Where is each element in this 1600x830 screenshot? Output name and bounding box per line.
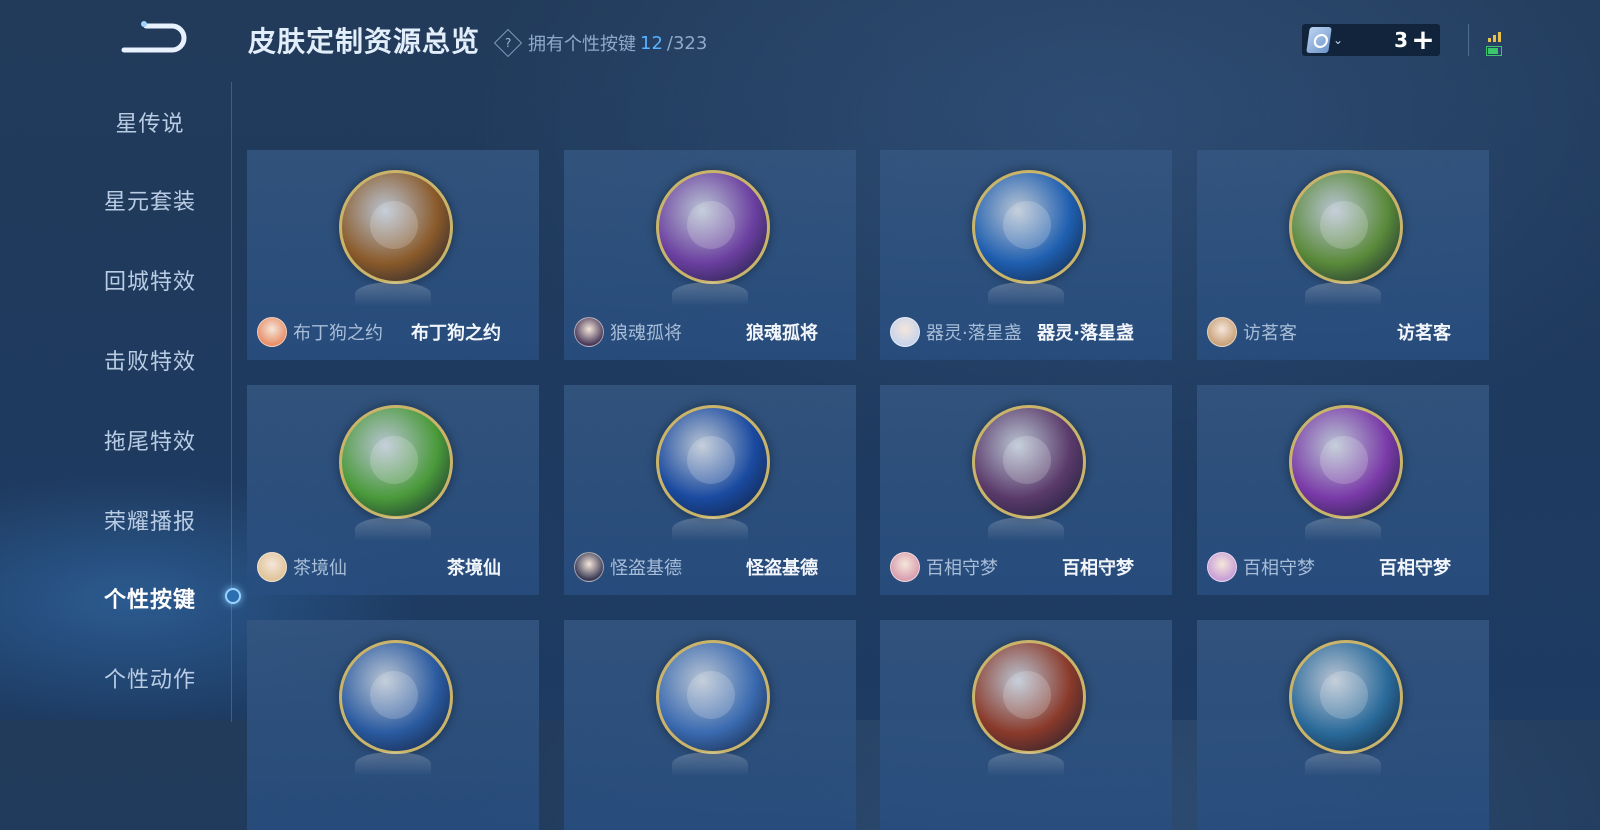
hero-avatar bbox=[890, 317, 920, 347]
card-info: 访茗客 访茗客 bbox=[1207, 316, 1479, 348]
sidebar: 星传说 星元套装 回城特效 击败特效 拖尾特效 荣耀播报 个性按键 个性动作 bbox=[0, 82, 241, 722]
active-indicator bbox=[225, 588, 241, 604]
skin-card[interactable]: 百相守梦 百相守梦 bbox=[880, 385, 1172, 595]
help-icon[interactable]: ? bbox=[493, 28, 523, 58]
emblem-reflection bbox=[672, 517, 748, 541]
hero-avatar bbox=[1207, 317, 1237, 347]
emblem-reflection bbox=[988, 282, 1064, 306]
button-emblem-icon bbox=[339, 405, 453, 519]
emblem-reflection bbox=[672, 752, 748, 776]
button-emblem-icon bbox=[1289, 170, 1403, 284]
button-skin-name: 百相守梦 bbox=[1062, 558, 1134, 579]
card-info: 茶境仙 茶境仙 bbox=[257, 551, 529, 583]
sidebar-item-trail-effect[interactable]: 拖尾特效 bbox=[60, 424, 240, 456]
button-emblem-icon bbox=[656, 170, 770, 284]
hero-skin-name: 器灵·落星盏 bbox=[926, 323, 1022, 344]
skin-card[interactable]: 器灵·落星盏 器灵·落星盏 bbox=[880, 150, 1172, 360]
hero-avatar bbox=[574, 317, 604, 347]
owned-label: 拥有个性按键 bbox=[528, 34, 636, 55]
sidebar-item-recall-effect[interactable]: 回城特效 bbox=[60, 264, 240, 296]
button-skin-name: 器灵·落星盏 bbox=[1037, 323, 1134, 344]
skin-card[interactable]: 百相守梦 百相守梦 bbox=[1197, 385, 1489, 595]
skin-card[interactable]: 布丁狗之约 布丁狗之约 bbox=[247, 150, 539, 360]
back-button[interactable] bbox=[118, 18, 188, 58]
hero-skin-name: 百相守梦 bbox=[1243, 558, 1315, 579]
currency-amount: 3 bbox=[1394, 28, 1408, 52]
card-info: 百相守梦 百相守梦 bbox=[1207, 551, 1479, 583]
button-skin-name: 百相守梦 bbox=[1379, 558, 1451, 579]
emblem-reflection bbox=[355, 517, 431, 541]
hero-skin-name: 访茗客 bbox=[1243, 323, 1297, 344]
card-info: 怪盗基德 怪盗基德 bbox=[574, 551, 846, 583]
emblem-reflection bbox=[355, 752, 431, 776]
hero-avatar bbox=[574, 552, 604, 582]
button-emblem-icon bbox=[339, 170, 453, 284]
button-emblem-icon bbox=[656, 640, 770, 754]
chevron-down-icon[interactable]: ⌄ bbox=[1333, 33, 1343, 47]
hero-skin-name: 茶境仙 bbox=[293, 558, 347, 579]
skin-card[interactable]: 狼魂孤将 狼魂孤将 bbox=[564, 150, 856, 360]
button-emblem-icon bbox=[972, 170, 1086, 284]
emblem-reflection bbox=[1305, 282, 1381, 306]
card-info: 百相守梦 百相守梦 bbox=[890, 551, 1162, 583]
button-skin-name: 茶境仙 bbox=[447, 558, 501, 579]
skin-card[interactable] bbox=[880, 620, 1172, 830]
owned-count: 12 bbox=[640, 32, 663, 54]
button-emblem-icon bbox=[339, 640, 453, 754]
hero-skin-name: 布丁狗之约 bbox=[293, 323, 383, 344]
sidebar-item-star-suit[interactable]: 星元套装 bbox=[60, 184, 240, 216]
currency-panel: ⌄ 3 + bbox=[1302, 24, 1440, 56]
card-info: 器灵·落星盏 器灵·落星盏 bbox=[890, 316, 1162, 348]
emblem-reflection bbox=[672, 282, 748, 306]
hero-avatar bbox=[257, 317, 287, 347]
sidebar-item-star-legend[interactable]: 星传说 bbox=[60, 106, 240, 138]
hero-skin-name: 百相守梦 bbox=[926, 558, 998, 579]
emblem-reflection bbox=[988, 752, 1064, 776]
skin-card[interactable] bbox=[564, 620, 856, 830]
skin-card[interactable] bbox=[247, 620, 539, 830]
button-emblem-icon bbox=[972, 640, 1086, 754]
card-info: 布丁狗之约 布丁狗之约 bbox=[257, 316, 529, 348]
sidebar-item-kill-effect[interactable]: 击败特效 bbox=[60, 344, 240, 376]
page-title: 皮肤定制资源总览 bbox=[248, 25, 481, 58]
hero-skin-name: 怪盗基德 bbox=[610, 558, 682, 579]
emblem-reflection bbox=[1305, 752, 1381, 776]
skin-card[interactable]: 访茗客 访茗客 bbox=[1197, 150, 1489, 360]
owned-summary: ? 拥有个性按键 12 /323 bbox=[493, 28, 708, 58]
button-emblem-icon bbox=[1289, 405, 1403, 519]
button-skin-name: 怪盗基德 bbox=[746, 558, 818, 579]
card-info: 狼魂孤将 狼魂孤将 bbox=[574, 316, 846, 348]
skin-card[interactable]: 茶境仙 茶境仙 bbox=[247, 385, 539, 595]
button-emblem-icon bbox=[972, 405, 1086, 519]
button-skin-name: 访茗客 bbox=[1397, 323, 1451, 344]
owned-total: /323 bbox=[666, 32, 708, 54]
skin-card[interactable]: 怪盗基德 怪盗基德 bbox=[564, 385, 856, 595]
hero-skin-name: 狼魂孤将 bbox=[610, 323, 682, 344]
signal-icon bbox=[1488, 38, 1491, 42]
sidebar-item-custom-buttons[interactable]: 个性按键 bbox=[60, 582, 240, 614]
emblem-reflection bbox=[355, 282, 431, 306]
signal-bar bbox=[1493, 35, 1496, 42]
back-arrow-icon bbox=[121, 21, 187, 53]
battery-icon bbox=[1486, 46, 1502, 56]
network-status bbox=[1482, 26, 1506, 58]
emblem-reflection bbox=[1305, 517, 1381, 541]
emblem-reflection bbox=[988, 517, 1064, 541]
hero-avatar bbox=[890, 552, 920, 582]
divider bbox=[1468, 24, 1469, 56]
coupon-icon bbox=[1306, 27, 1332, 53]
sidebar-item-custom-actions[interactable]: 个性动作 bbox=[60, 662, 240, 694]
signal-bar bbox=[1498, 32, 1501, 42]
hero-avatar bbox=[257, 552, 287, 582]
button-emblem-icon bbox=[1289, 640, 1403, 754]
button-emblem-icon bbox=[656, 405, 770, 519]
add-currency-button[interactable]: + bbox=[1410, 26, 1436, 54]
skin-card[interactable] bbox=[1197, 620, 1489, 830]
button-skin-name: 布丁狗之约 bbox=[411, 323, 501, 344]
hero-avatar bbox=[1207, 552, 1237, 582]
sidebar-divider bbox=[231, 82, 232, 722]
button-skin-name: 狼魂孤将 bbox=[746, 323, 818, 344]
sidebar-item-glory-broadcast[interactable]: 荣耀播报 bbox=[60, 504, 240, 536]
